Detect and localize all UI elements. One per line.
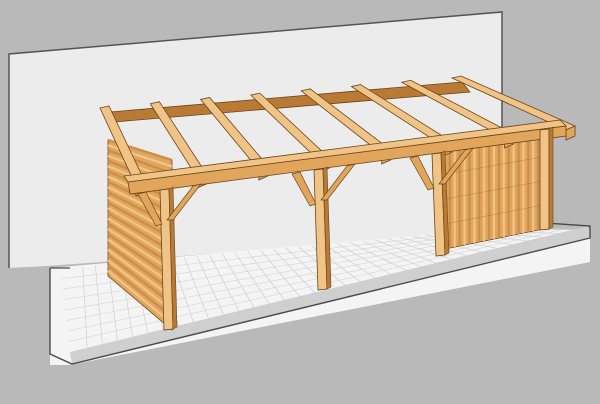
post <box>539 128 550 231</box>
post-side <box>548 126 554 230</box>
carport-scene <box>0 0 600 404</box>
